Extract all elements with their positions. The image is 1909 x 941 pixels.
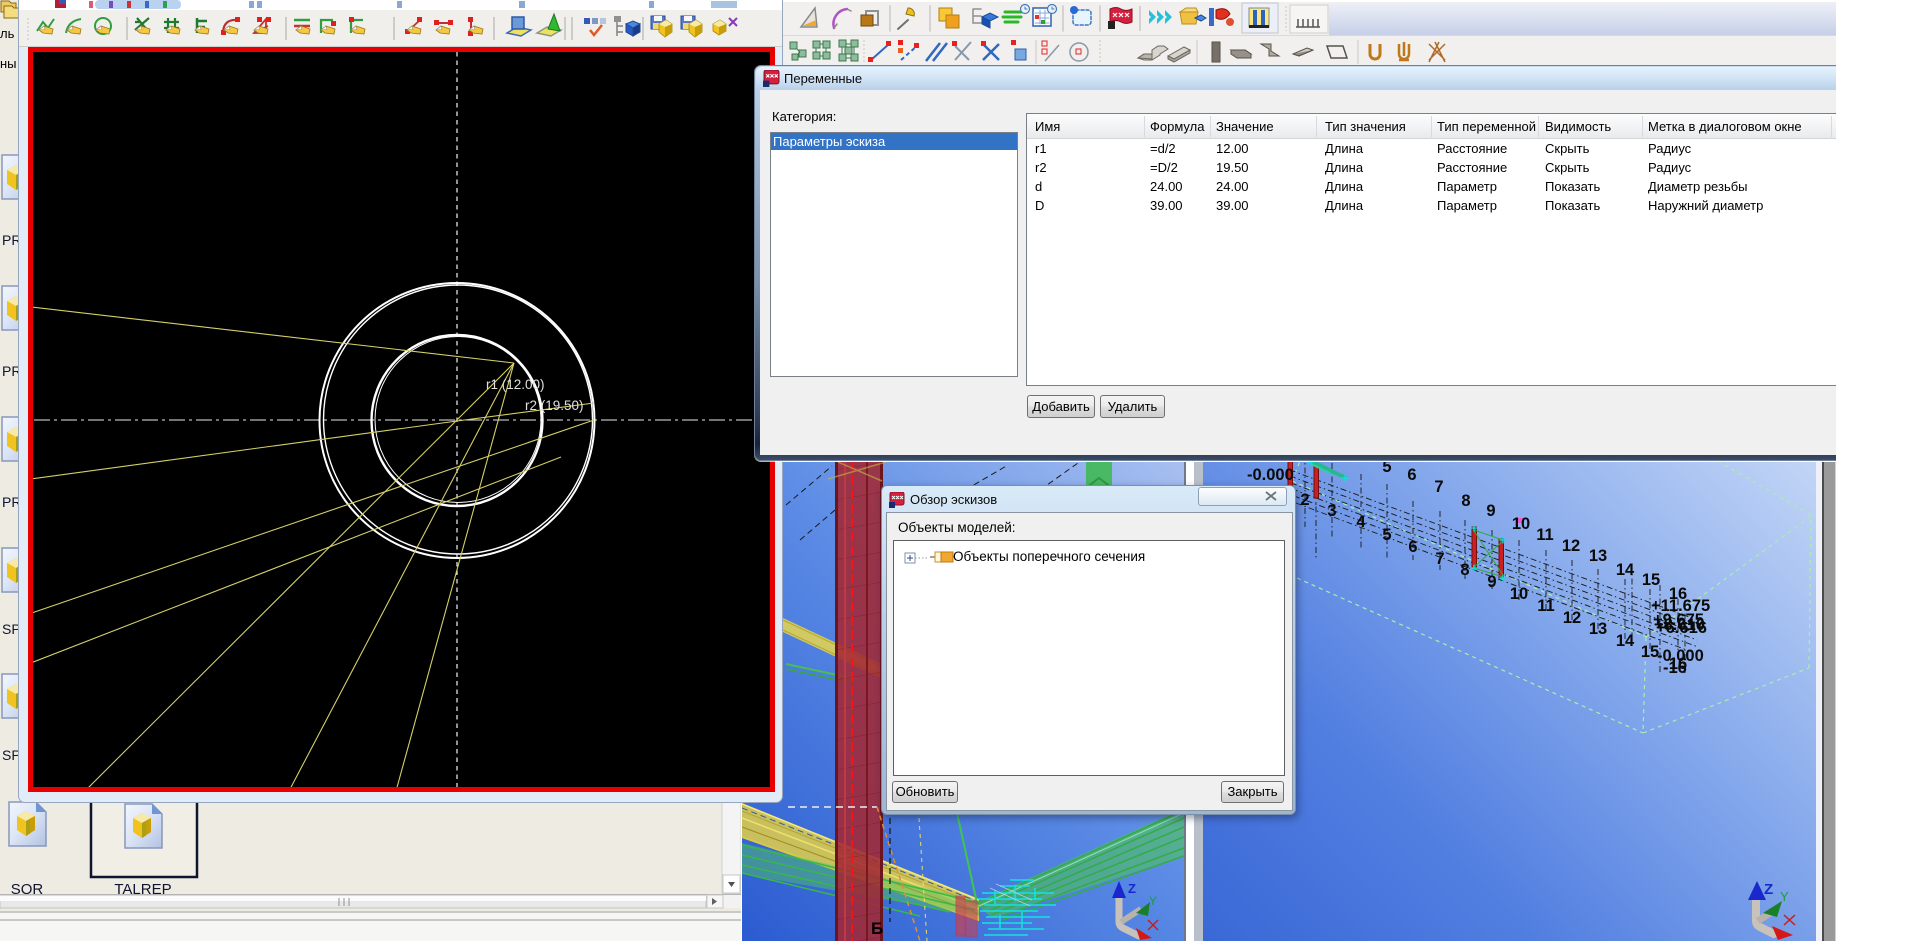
svg-text:8: 8 xyxy=(1460,561,1469,579)
svg-text:3: 3 xyxy=(1327,502,1336,520)
svg-text:Z: Z xyxy=(1128,881,1136,896)
svg-text:r1 (12.00): r1 (12.00) xyxy=(486,377,545,392)
svg-text:2: 2 xyxy=(1300,491,1309,509)
svg-text:5: 5 xyxy=(1382,462,1391,476)
svg-text:9: 9 xyxy=(1486,502,1495,520)
svg-text:14: 14 xyxy=(1616,632,1635,650)
svg-text:13: 13 xyxy=(1589,620,1607,638)
svg-text:10: 10 xyxy=(1510,585,1528,603)
svg-text:7: 7 xyxy=(1435,550,1444,568)
svg-text:11: 11 xyxy=(1536,526,1553,544)
svg-text:-16: -16 xyxy=(1663,659,1687,677)
svg-text:10: 10 xyxy=(1512,515,1530,533)
svg-text:4: 4 xyxy=(1356,513,1366,531)
svg-text:15: 15 xyxy=(1642,571,1660,589)
svg-text:6: 6 xyxy=(1408,538,1417,556)
svg-text:+8.610: +8.610 xyxy=(1654,616,1705,634)
svg-text:Z: Z xyxy=(1764,881,1773,898)
svg-text:r2 (19.50): r2 (19.50) xyxy=(525,398,584,413)
svg-text:11: 11 xyxy=(1537,597,1554,615)
svg-text:Б: Б xyxy=(871,919,883,938)
svg-text:7: 7 xyxy=(1434,478,1443,496)
svg-text:12: 12 xyxy=(1562,537,1580,555)
svg-text:12: 12 xyxy=(1563,609,1581,627)
svg-text:14: 14 xyxy=(1616,561,1635,579)
svg-text:6: 6 xyxy=(1407,466,1416,484)
svg-text:Y: Y xyxy=(1149,894,1157,908)
svg-text:8: 8 xyxy=(1461,492,1470,510)
svg-text:-0.000: -0.000 xyxy=(1247,466,1294,484)
svg-text:Y: Y xyxy=(1780,889,1789,904)
svg-text:13: 13 xyxy=(1589,547,1607,565)
svg-text:5: 5 xyxy=(1382,526,1391,544)
svg-text:9: 9 xyxy=(1487,573,1496,591)
